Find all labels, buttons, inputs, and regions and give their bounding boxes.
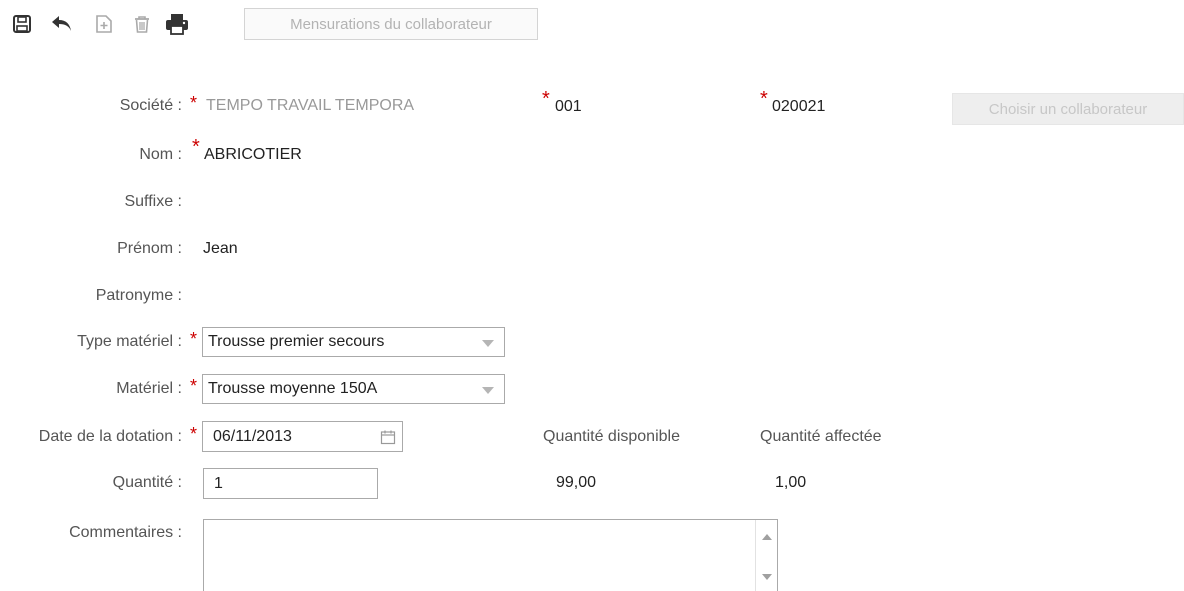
choose-employee-button[interactable]: Choisir un collaborateur bbox=[952, 93, 1184, 125]
required-marker: * bbox=[190, 424, 198, 444]
societe-value: TEMPO TRAVAIL TEMPORA bbox=[206, 97, 415, 114]
new-document-icon[interactable] bbox=[92, 12, 116, 36]
materiel-label: Matériel : bbox=[116, 380, 182, 397]
chevron-down-icon[interactable] bbox=[482, 387, 494, 394]
societe-label: Société : bbox=[119, 97, 182, 114]
quantite-affectee-label: Quantité affectée bbox=[760, 428, 882, 445]
commentaires-label: Commentaires : bbox=[69, 524, 182, 541]
mensurations-tab-button[interactable]: Mensurations du collaborateur bbox=[244, 8, 538, 40]
quantite-affectee-value: 1,00 bbox=[775, 474, 807, 491]
required-marker: * bbox=[542, 88, 550, 110]
commentaires-textarea[interactable] bbox=[203, 519, 778, 591]
quantite-value: 1 bbox=[214, 474, 223, 492]
suffixe-label: Suffixe : bbox=[124, 193, 182, 210]
type-materiel-label: Type matériel : bbox=[77, 333, 182, 350]
save-icon[interactable] bbox=[10, 12, 34, 36]
quantite-disponible-value: 99,00 bbox=[556, 474, 597, 491]
type-materiel-selected: Trousse premier secours bbox=[208, 333, 385, 350]
print-icon[interactable] bbox=[165, 12, 189, 36]
required-marker: * bbox=[192, 136, 200, 158]
prenom-label: Prénom : bbox=[117, 240, 182, 257]
scroll-up-icon[interactable] bbox=[762, 534, 772, 540]
nom-value: ABRICOTIER bbox=[204, 146, 302, 163]
date-dotation-input[interactable]: 06/11/2013 bbox=[202, 421, 403, 452]
required-marker: * bbox=[760, 88, 768, 110]
date-dotation-value: 06/11/2013 bbox=[213, 427, 292, 445]
calendar-icon[interactable] bbox=[380, 429, 396, 445]
undo-icon[interactable] bbox=[50, 12, 74, 36]
materiel-select[interactable]: Trousse moyenne 150A bbox=[202, 374, 505, 404]
materiel-selected: Trousse moyenne 150A bbox=[208, 380, 378, 397]
societe-code-1: 001 bbox=[555, 98, 582, 115]
required-marker: * bbox=[190, 329, 198, 349]
quantite-disponible-label: Quantité disponible bbox=[543, 428, 680, 445]
quantite-label: Quantité : bbox=[112, 474, 182, 491]
patronyme-label: Patronyme : bbox=[95, 287, 182, 304]
quantite-input[interactable]: 1 bbox=[203, 468, 378, 499]
date-dotation-label: Date de la dotation : bbox=[38, 428, 182, 445]
scroll-down-icon[interactable] bbox=[762, 574, 772, 580]
nom-label: Nom : bbox=[139, 146, 182, 163]
delete-icon[interactable] bbox=[130, 12, 154, 36]
prenom-value: Jean bbox=[203, 240, 238, 257]
textarea-scrollbar[interactable] bbox=[755, 520, 777, 591]
required-marker: * bbox=[190, 376, 198, 396]
chevron-down-icon[interactable] bbox=[482, 340, 494, 347]
required-marker: * bbox=[190, 93, 198, 113]
type-materiel-select[interactable]: Trousse premier secours bbox=[202, 327, 505, 357]
societe-code-2: 020021 bbox=[772, 98, 826, 115]
